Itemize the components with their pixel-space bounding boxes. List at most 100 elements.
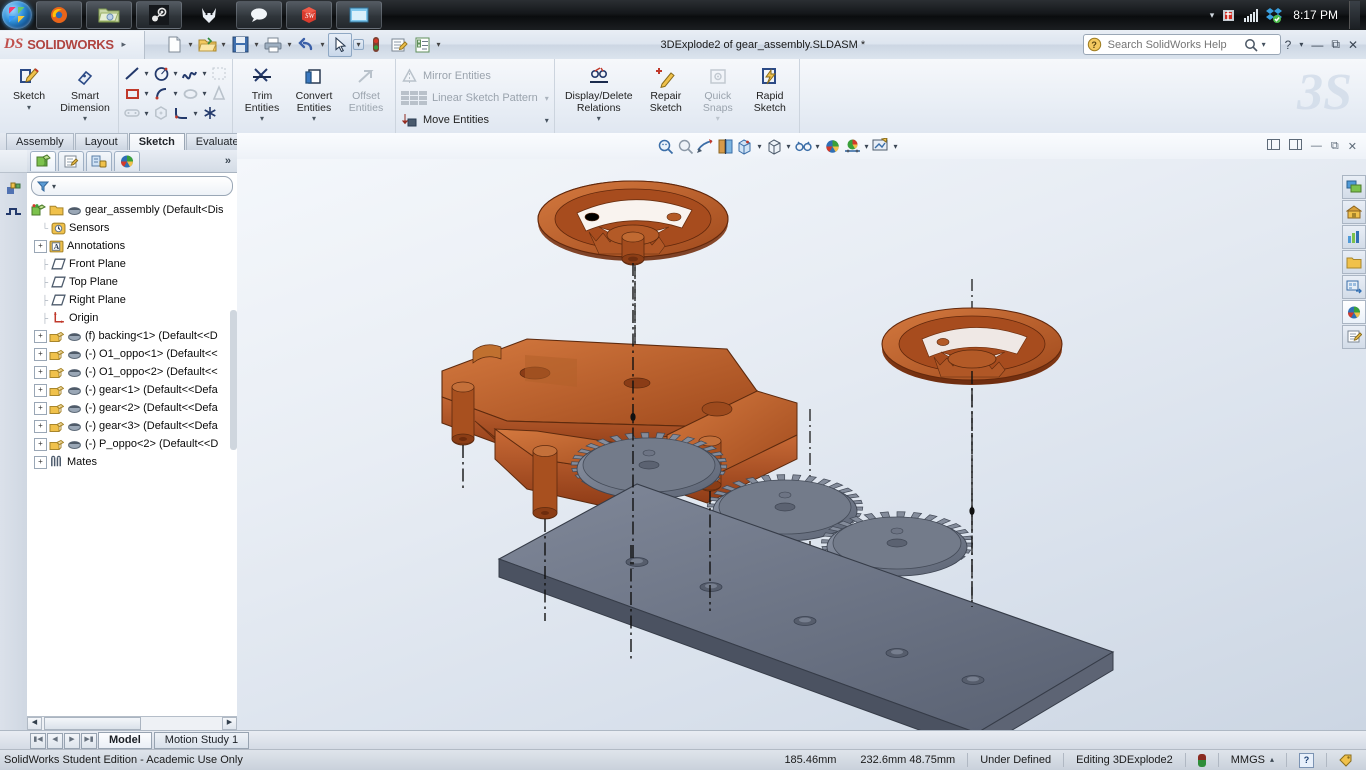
solidworks-logo[interactable]: DS SOLIDWORKS ▸ (0, 30, 145, 59)
feature-tree-hscrollbar[interactable]: ◀ ▶ (27, 716, 237, 730)
circle-dropdown[interactable]: ▾ (171, 69, 180, 78)
tree-item-o1-oppo-2[interactable]: + (-) O1_oppo<2> (Default<< (29, 363, 237, 381)
tab-assembly[interactable]: Assembly (6, 133, 74, 150)
print-dropdown[interactable]: ▾ (285, 40, 294, 49)
traffic-light-icon[interactable] (365, 34, 387, 56)
help-search-box[interactable]: ? ▾ (1082, 34, 1281, 55)
search-icon[interactable] (1244, 38, 1258, 52)
rebuild-indicator[interactable] (1184, 753, 1218, 767)
split-vertical-icon[interactable] (1288, 139, 1302, 153)
tree-item-o1-oppo-1[interactable]: + (-) O1_oppo<1> (Default<< (29, 345, 237, 363)
point-icon[interactable] (200, 103, 220, 123)
file-explorer-button[interactable] (1342, 225, 1366, 249)
last-tab-button[interactable]: ▶▮ (81, 732, 97, 749)
design-library-button[interactable] (1342, 200, 1366, 224)
arc-icon[interactable] (151, 83, 171, 103)
printer-icon[interactable] (262, 34, 284, 56)
model-canvas[interactable] (237, 159, 1366, 730)
save-dropdown[interactable]: ▾ (252, 40, 261, 49)
repair-sketch-button[interactable]: Repair Sketch (640, 61, 692, 114)
bevel-gear-wheel-top[interactable] (537, 180, 729, 266)
tree-expander[interactable]: + (34, 455, 47, 469)
search-input[interactable] (1105, 37, 1240, 52)
search-folder-button[interactable] (1342, 250, 1366, 274)
graphics-minimize-button[interactable]: — (1311, 140, 1322, 152)
tree-item-mates[interactable]: + Mates (29, 453, 237, 471)
sketch-dropdown[interactable]: ▾ (27, 103, 31, 112)
start-button[interactable] (2, 1, 32, 29)
section-view-icon[interactable] (715, 136, 735, 156)
graphics-close-button[interactable]: ✕ (1348, 140, 1357, 153)
tray-overflow-icon[interactable]: ▾ (1210, 10, 1215, 21)
tab-model[interactable]: Model (98, 732, 152, 749)
tree-expander[interactable]: + (34, 329, 47, 343)
fillet-icon[interactable] (171, 103, 191, 123)
tab-sketch[interactable]: Sketch (128, 133, 185, 150)
tree-item-origin[interactable]: ├ Origin (29, 309, 237, 327)
feature-filter-bar[interactable]: ▾ (31, 176, 233, 196)
cursor-arrow-icon[interactable] (328, 32, 352, 57)
display-style-icon[interactable] (764, 136, 784, 156)
save-disk-icon[interactable] (229, 34, 251, 56)
unit-system[interactable]: MMGS ▴ (1217, 753, 1286, 767)
tree-item-sensors[interactable]: └ Sensors (29, 219, 237, 237)
line-icon[interactable] (122, 63, 142, 83)
tree-item-right-plane[interactable]: ├ Right Plane (29, 291, 237, 309)
apply-scene-icon[interactable] (842, 136, 862, 156)
linear-pattern-dropdown[interactable]: ▾ (545, 94, 553, 103)
line-dropdown[interactable]: ▾ (142, 69, 151, 78)
trim-dropdown[interactable]: ▾ (260, 114, 264, 123)
help-indicator[interactable]: ? (1286, 752, 1326, 768)
signal-bars-icon[interactable] (1244, 8, 1259, 22)
smart-dimension-button[interactable]: Smart Dimension ▾ (55, 61, 115, 123)
tree-expander[interactable]: + (34, 437, 47, 451)
relations-dropdown[interactable]: ▾ (597, 114, 601, 123)
minimize-button[interactable]: — (1311, 38, 1323, 52)
taskbar-item-explorer[interactable] (86, 1, 132, 29)
help-dropdown-icon[interactable]: ▾ (1299, 40, 1303, 49)
open-folder-icon[interactable] (196, 34, 218, 56)
close-button[interactable]: ✕ (1348, 38, 1358, 52)
menu-expander-icon[interactable]: ▸ (118, 39, 130, 50)
hscroll-left-arrow[interactable]: ◀ (27, 717, 42, 730)
mirror-entities-button[interactable]: Mirror Entities (399, 65, 491, 87)
view-orientation-icon[interactable] (735, 136, 755, 156)
taskbar-item-firefox[interactable] (36, 1, 82, 29)
rectangle-icon[interactable] (122, 83, 142, 103)
smart-dimension-dropdown[interactable]: ▾ (83, 114, 87, 123)
tree-item-backing[interactable]: + (f) backing<1> (Default<<D (29, 327, 237, 345)
property-manager-tab[interactable] (58, 151, 84, 171)
select-dropdown[interactable]: ▾ (353, 39, 364, 50)
undo-dropdown[interactable]: ▾ (318, 40, 327, 49)
fillet-dropdown[interactable]: ▾ (191, 109, 200, 118)
view-palette-button[interactable] (1342, 275, 1366, 299)
display-manager-tab[interactable] (114, 151, 140, 171)
appearances-scenes-button[interactable] (1342, 300, 1366, 324)
tree-item-annotations[interactable]: + A Annotations (29, 237, 237, 255)
display-delete-relations-button[interactable]: Display/Delete Relations ▾ (558, 61, 640, 123)
next-tab-button[interactable]: ▶ (64, 732, 80, 749)
convert-dropdown[interactable]: ▾ (312, 114, 316, 123)
unit-system-dropdown-icon[interactable]: ▴ (1270, 753, 1274, 767)
taskbar-item-solidworks[interactable]: SW (286, 1, 332, 29)
tree-expander[interactable]: + (34, 419, 47, 433)
arc-dropdown[interactable]: ▾ (171, 89, 180, 98)
rectangle-dropdown[interactable]: ▾ (142, 89, 151, 98)
tree-expander[interactable]: + (34, 347, 47, 361)
dropbox-icon[interactable] (1265, 7, 1283, 23)
move-entities-button[interactable]: Move Entities ▾ (399, 109, 553, 131)
configuration-manager-tab[interactable] (86, 151, 112, 171)
split-horizontal-icon[interactable] (1266, 139, 1280, 153)
convert-entities-button[interactable]: Convert Entities ▾ (288, 61, 340, 123)
tab-layout[interactable]: Layout (74, 133, 128, 150)
tree-item-front-plane[interactable]: ├ Front Plane (29, 255, 237, 273)
new-doc-icon[interactable] (163, 34, 185, 56)
antivirus-icon[interactable] (1221, 7, 1237, 23)
clock[interactable]: 8:17 PM (1289, 8, 1342, 22)
taskbar-item-steam[interactable] (136, 1, 182, 29)
help-button[interactable]: ? (1285, 38, 1292, 52)
move-component-icon[interactable] (5, 203, 23, 217)
first-tab-button[interactable]: ▮◀ (30, 732, 46, 749)
tree-item-gear-3[interactable]: + (-) gear<3> (Default<<Defa (29, 417, 237, 435)
taskbar-item-messenger[interactable] (236, 1, 282, 29)
